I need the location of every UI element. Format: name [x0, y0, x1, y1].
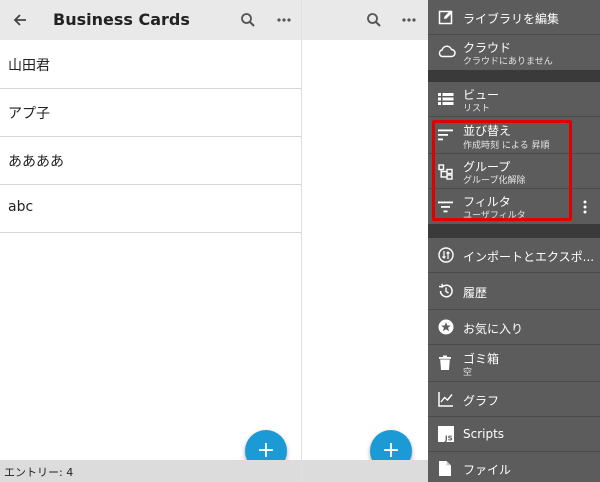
drawer-separator: [428, 224, 600, 238]
drawer-item-edit-library[interactable]: ライブラリを編集: [428, 0, 600, 35]
drawer-item-label: 履歴: [463, 286, 488, 300]
drawer-item-chart[interactable]: グラフ: [428, 382, 600, 417]
navigation-drawer: ライブラリを編集 クラウド クラウドにありません ビュー リスト 並び替え 作成…: [428, 0, 600, 482]
more-horizontal-icon[interactable]: [276, 14, 292, 26]
drawer-item-subtitle: リスト: [463, 104, 491, 114]
import-export-icon: [438, 247, 454, 263]
drawer-item-cloud[interactable]: クラウド クラウドにありません: [428, 35, 600, 69]
drawer-item-label: グラフ: [463, 394, 500, 408]
edit-icon: [438, 10, 453, 25]
drawer-item-trash[interactable]: ゴミ箱 空: [428, 345, 600, 382]
status-bar: エントリー: 4: [0, 460, 301, 482]
file-icon: [439, 461, 451, 476]
drawer-separator: [428, 70, 600, 82]
svg-text:JS: JS: [444, 435, 453, 443]
page-title: Business Cards: [53, 10, 190, 29]
list-item[interactable]: アプ子: [0, 89, 301, 137]
drawer-item-scripts[interactable]: JS Scripts: [428, 417, 600, 452]
entry-count: エントリー: 4: [4, 466, 74, 479]
list-item[interactable]: 山田君: [0, 41, 301, 89]
back-arrow-icon[interactable]: [12, 12, 28, 28]
drawer-item-subtitle: クラウドにありません: [463, 57, 553, 67]
search-icon[interactable]: [240, 12, 256, 28]
list-item[interactable]: abc: [0, 185, 301, 233]
detail-panel: +: [302, 0, 428, 482]
library-list-panel: Business Cards 山田君 アプ子 ああああ abc + エントリー:…: [0, 0, 301, 482]
drawer-item-label: Scripts: [463, 427, 505, 441]
drawer-item-file[interactable]: ファイル: [428, 452, 600, 482]
detail-toolbar: [302, 0, 428, 40]
history-icon: [438, 283, 453, 298]
drawer-item-label: お気に入り: [463, 322, 524, 336]
drawer-item-label: インポートとエクスポ...: [463, 250, 595, 264]
drawer-item-label: ライブラリを編集: [463, 12, 560, 26]
cloud-icon: [438, 45, 456, 58]
list-item-label: abc: [8, 199, 34, 215]
list-icon: [438, 93, 454, 105]
drawer-item-label: ファイル: [463, 463, 512, 477]
drawer-item-history[interactable]: 履歴: [428, 273, 600, 310]
status-bar: [302, 460, 428, 482]
search-icon[interactable]: [366, 12, 382, 28]
star-icon: [438, 319, 454, 335]
drawer-item-favorites[interactable]: お気に入り: [428, 310, 600, 345]
list-item-label: アプ子: [8, 106, 50, 122]
drawer-item-subtitle: 空: [463, 368, 473, 378]
list-item[interactable]: ああああ: [0, 137, 301, 185]
trash-icon: [439, 355, 451, 370]
list-item-label: ああああ: [8, 154, 64, 170]
more-horizontal-icon[interactable]: [401, 14, 417, 26]
top-toolbar: Business Cards: [0, 0, 301, 40]
more-vertical-icon[interactable]: [582, 200, 588, 214]
js-icon: JS: [438, 426, 454, 442]
chart-icon: [438, 392, 453, 407]
highlight-box: [432, 120, 572, 221]
list-item-label: 山田君: [8, 58, 50, 74]
drawer-item-import-export[interactable]: インポートとエクスポ...: [428, 238, 600, 273]
drawer-item-view[interactable]: ビュー リスト: [428, 82, 600, 117]
